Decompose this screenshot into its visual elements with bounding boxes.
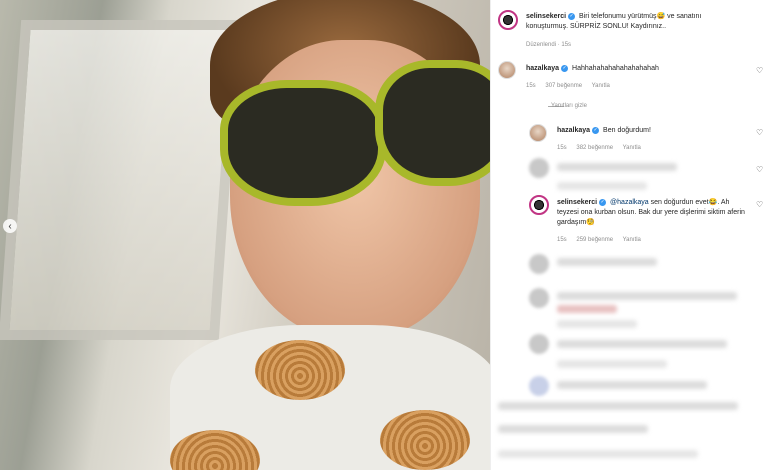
blurred-comment xyxy=(498,450,698,458)
comment-time: 15s xyxy=(557,237,567,243)
blurred-comment xyxy=(557,305,617,313)
reply-button[interactable]: Yanıtla xyxy=(623,145,641,151)
comment-body: Ben doğurdum! xyxy=(603,127,651,134)
comment-meta: 15s 307 beğenme Yanıtla xyxy=(526,83,618,89)
blurred-avatar xyxy=(529,288,549,308)
chevron-left-icon: ‹ xyxy=(8,220,12,232)
caption-username[interactable]: selinsekerci xyxy=(526,13,566,20)
verified-icon: ✓ xyxy=(599,198,607,206)
comment-username[interactable]: hazalkaya xyxy=(526,65,559,72)
comment-likes[interactable]: 259 beğenme xyxy=(576,237,613,243)
blurred-avatar xyxy=(529,334,549,354)
heart-icon[interactable]: ♡ xyxy=(756,128,763,137)
blurred-comment xyxy=(498,402,738,410)
blurred-comment xyxy=(557,360,667,368)
blurred-avatar xyxy=(529,158,549,178)
blurred-comment xyxy=(557,258,657,266)
comment-username[interactable]: hazalkaya xyxy=(557,127,590,134)
comment-meta: 15s 259 beğenme Yanıtla xyxy=(557,237,649,243)
blurred-comment xyxy=(498,425,648,433)
heart-icon[interactable]: ♡ xyxy=(756,66,763,75)
heart-icon[interactable]: ♡ xyxy=(756,165,763,174)
blurred-avatar xyxy=(529,254,549,274)
avatar[interactable] xyxy=(529,195,549,215)
comment-mention[interactable]: @hazalkaya xyxy=(610,199,649,206)
comment-body: Hahhahahahahahahahahah xyxy=(572,65,659,72)
sunglasses-left-lens xyxy=(220,80,386,206)
shirt-hedgehog-print xyxy=(255,340,345,400)
avatar[interactable] xyxy=(498,10,518,30)
avatar[interactable] xyxy=(529,124,547,142)
verified-icon: ✓ xyxy=(568,12,576,20)
reply-button[interactable]: Yanıtla xyxy=(592,83,610,89)
blurred-comment xyxy=(557,381,707,389)
comment-likes[interactable]: 307 beğenme xyxy=(545,83,582,89)
reply-button[interactable]: Yanıtla xyxy=(623,237,641,243)
verified-icon: ✓ xyxy=(592,126,600,134)
blurred-comment xyxy=(557,182,647,190)
post-photo xyxy=(0,0,490,470)
blurred-comment xyxy=(557,320,637,328)
comment-meta: 15s 382 beğenme Yanıtla xyxy=(557,145,649,151)
blurred-comment xyxy=(557,340,727,348)
comment-time: 15s xyxy=(526,83,536,89)
shirt-hedgehog-print xyxy=(380,410,470,470)
blurred-avatar xyxy=(529,376,549,396)
comment-username[interactable]: selinsekerci xyxy=(557,199,597,206)
post-caption: selinsekerci ✓ Biri telefonumu yürütmüş😅 … xyxy=(526,12,726,32)
verified-icon: ✓ xyxy=(561,64,569,72)
background-window xyxy=(0,20,242,340)
heart-icon[interactable]: ♡ xyxy=(756,200,763,209)
comment-text: hazalkaya ✓ Hahhahahahahahahahahah xyxy=(526,64,746,74)
caption-edited: Düzenlendi · 15s xyxy=(526,42,572,48)
comment-time: 15s xyxy=(557,145,567,151)
carousel-prev-button[interactable]: ‹ xyxy=(3,219,17,233)
comment-text: hazalkaya ✓ Ben doğurdum! xyxy=(557,126,747,136)
sunglasses-right-lens xyxy=(375,60,490,186)
avatar[interactable] xyxy=(498,61,516,79)
caption-meta: Düzenlendi · 15s xyxy=(526,42,579,48)
comment-likes[interactable]: 382 beğenme xyxy=(576,145,613,151)
comment-text: selinsekerci ✓ @hazalkaya sen doğurdun ev… xyxy=(557,198,749,228)
hide-replies-button[interactable]: Yanıtları gizle xyxy=(551,103,587,109)
blurred-comment xyxy=(557,163,677,171)
blurred-comment xyxy=(557,292,737,300)
